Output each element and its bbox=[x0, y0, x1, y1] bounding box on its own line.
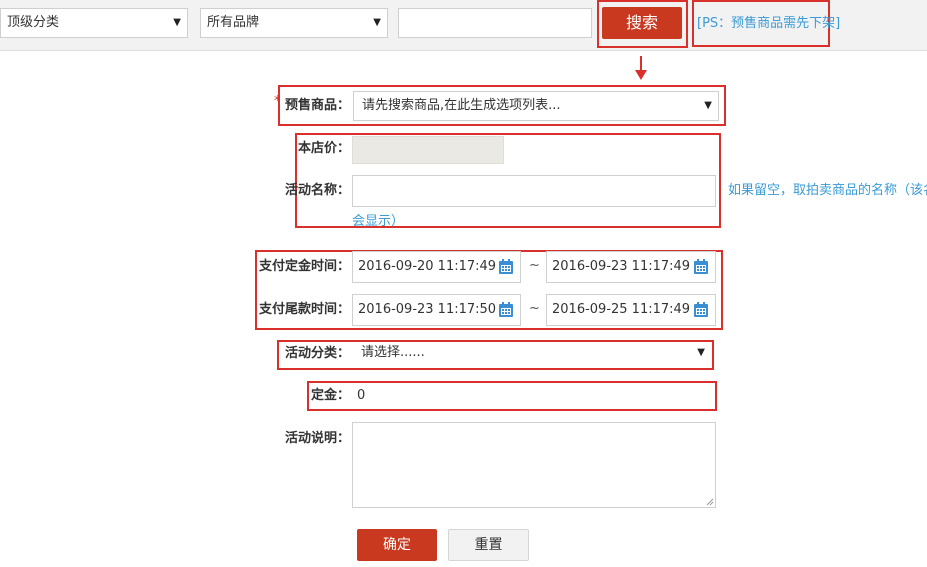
deposit-end-date[interactable]: 2016-09-23 11:17:49 bbox=[546, 251, 716, 283]
activity-category-value: 请选择...... bbox=[361, 345, 425, 360]
activity-name-label: 活动名称： bbox=[284, 183, 350, 198]
brand-select-value: 所有品牌 bbox=[207, 15, 260, 30]
calendar-icon[interactable] bbox=[498, 259, 514, 275]
deposit-value: 0 bbox=[357, 388, 366, 403]
deposit-input[interactable]: 0 bbox=[353, 384, 711, 408]
filter-bar: 顶级分类 ▼ 所有品牌 ▼ 搜索 [PS：预售商品需先下架] bbox=[0, 0, 927, 51]
ps-note: [PS：预售商品需先下架] bbox=[697, 16, 841, 31]
chevron-down-icon: ▼ bbox=[704, 100, 712, 111]
balance-start-date[interactable]: 2016-09-23 11:17:50 bbox=[352, 294, 521, 326]
calendar-icon[interactable] bbox=[498, 302, 514, 318]
deposit-label: 定金： bbox=[310, 388, 350, 403]
activity-category-label: 活动分类： bbox=[284, 346, 350, 361]
keyword-input[interactable] bbox=[398, 8, 592, 38]
category-select[interactable]: 顶级分类 ▼ bbox=[0, 8, 188, 38]
presale-goods-select[interactable]: 请先搜索商品,在此生成选项列表... ▼ bbox=[353, 91, 719, 121]
description-textarea[interactable] bbox=[352, 422, 716, 508]
range-separator: ~ bbox=[529, 301, 540, 316]
store-price-label: 本店价： bbox=[297, 141, 350, 156]
deposit-end-value: 2016-09-23 11:17:49 bbox=[552, 259, 691, 274]
deposit-start-value: 2016-09-20 11:17:49 bbox=[358, 259, 497, 274]
presale-goods-label: 预售商品： bbox=[284, 98, 350, 113]
activity-name-hint-cont: 会显示） bbox=[352, 214, 405, 229]
presale-goods-value: 请先搜索商品,在此生成选项列表... bbox=[362, 98, 561, 113]
balance-time-label: 支付尾款时间： bbox=[258, 302, 350, 317]
search-button[interactable]: 搜索 bbox=[602, 7, 682, 39]
reset-button[interactable]: 重置 bbox=[448, 529, 529, 561]
chevron-down-icon: ▼ bbox=[697, 347, 705, 358]
store-price-field bbox=[352, 136, 504, 164]
balance-start-value: 2016-09-23 11:17:50 bbox=[358, 302, 497, 317]
balance-end-date[interactable]: 2016-09-25 11:17:49 bbox=[546, 294, 716, 326]
calendar-icon[interactable] bbox=[693, 302, 709, 318]
description-label: 活动说明： bbox=[284, 431, 350, 446]
activity-name-hint: 如果留空，取拍卖商品的名称（该名 bbox=[728, 183, 927, 198]
range-separator: ~ bbox=[529, 258, 540, 273]
chevron-down-icon: ▼ bbox=[373, 17, 381, 28]
resize-handle-icon[interactable] bbox=[706, 498, 714, 506]
calendar-icon[interactable] bbox=[693, 259, 709, 275]
brand-select[interactable]: 所有品牌 ▼ bbox=[200, 8, 388, 38]
chevron-down-icon: ▼ bbox=[173, 17, 181, 28]
deposit-start-date[interactable]: 2016-09-20 11:17:49 bbox=[352, 251, 521, 283]
balance-end-value: 2016-09-25 11:17:49 bbox=[552, 302, 691, 317]
activity-name-input[interactable] bbox=[352, 175, 716, 207]
confirm-button[interactable]: 确定 bbox=[357, 529, 437, 561]
deposit-time-label: 支付定金时间： bbox=[258, 259, 350, 274]
category-select-value: 顶级分类 bbox=[7, 15, 60, 30]
arrow-down-icon bbox=[635, 56, 647, 80]
activity-category-select[interactable]: 请选择...... ▼ bbox=[353, 342, 711, 366]
